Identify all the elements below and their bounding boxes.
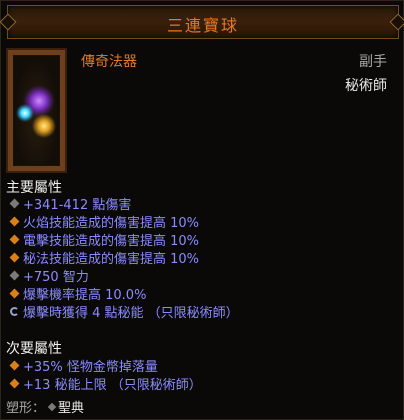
transmog-label: 塑形：	[6, 401, 46, 416]
primary-stat: 爆擊機率提高 10.0%	[9, 284, 147, 303]
item-slot: 副手	[359, 54, 387, 70]
item-icon-frame	[6, 48, 67, 173]
stat-bullet-icon	[9, 360, 20, 370]
primary-stat: 電擊技能造成的傷害提高 10%	[9, 230, 200, 249]
primary-stat: +341-412 點傷害	[9, 194, 132, 213]
swirl-bullet-icon	[10, 306, 19, 316]
primary-stat: 火焰技能造成的傷害提高 10%	[9, 212, 200, 231]
item-icon-background	[13, 55, 60, 166]
item-tooltip: 三連寶球 傳奇法器 副手 秘術師 主要屬性 +341-412 點傷害 火焰技能造…	[0, 0, 404, 420]
transmog-value: 聖典	[58, 401, 85, 416]
stat-bullet-icon	[9, 198, 20, 208]
item-title-bar: 三連寶球	[7, 5, 399, 39]
stat-bullet-icon	[9, 252, 20, 262]
stat-bullet-icon	[9, 234, 20, 244]
class-requirement: 秘術師	[345, 78, 387, 94]
primary-stat: +750 智力	[9, 266, 89, 285]
stat-bullet-icon	[9, 270, 20, 280]
item-name: 三連寶球	[166, 16, 239, 35]
stat-text: +341-412 點傷害	[23, 197, 132, 213]
stat-text: 火焰技能造成的傷害提高 10%	[23, 215, 200, 231]
item-rarity-type: 傳奇法器	[81, 54, 137, 70]
transmog-line: 塑形： 聖典	[6, 397, 84, 416]
stat-text: 秘法技能造成的傷害提高 10%	[23, 251, 200, 267]
stat-text: 爆擊時獲得 4 點秘能 （只限秘術師）	[23, 305, 239, 321]
stat-bullet-icon	[9, 288, 20, 298]
stat-bullet-icon	[9, 378, 20, 388]
secondary-stat: +35% 怪物金幣掉落量	[9, 356, 158, 375]
primary-stat: 秘法技能造成的傷害提高 10%	[9, 248, 200, 267]
primary-stat: 爆擊時獲得 4 點秘能 （只限秘術師）	[9, 302, 239, 321]
stat-text: +750 智力	[23, 269, 89, 285]
stat-bullet-icon	[9, 216, 20, 226]
source-orb-icon	[16, 85, 56, 138]
secondary-stat: +13 秘能上限 （只限秘術師）	[9, 374, 202, 393]
stat-text: +13 秘能上限 （只限秘術師）	[23, 377, 202, 393]
stat-text: 爆擊機率提高 10.0%	[23, 287, 147, 303]
stat-text: 電擊技能造成的傷害提高 10%	[23, 233, 200, 249]
transmog-bullet-icon	[47, 402, 57, 411]
stat-text: +35% 怪物金幣掉落量	[23, 359, 158, 375]
